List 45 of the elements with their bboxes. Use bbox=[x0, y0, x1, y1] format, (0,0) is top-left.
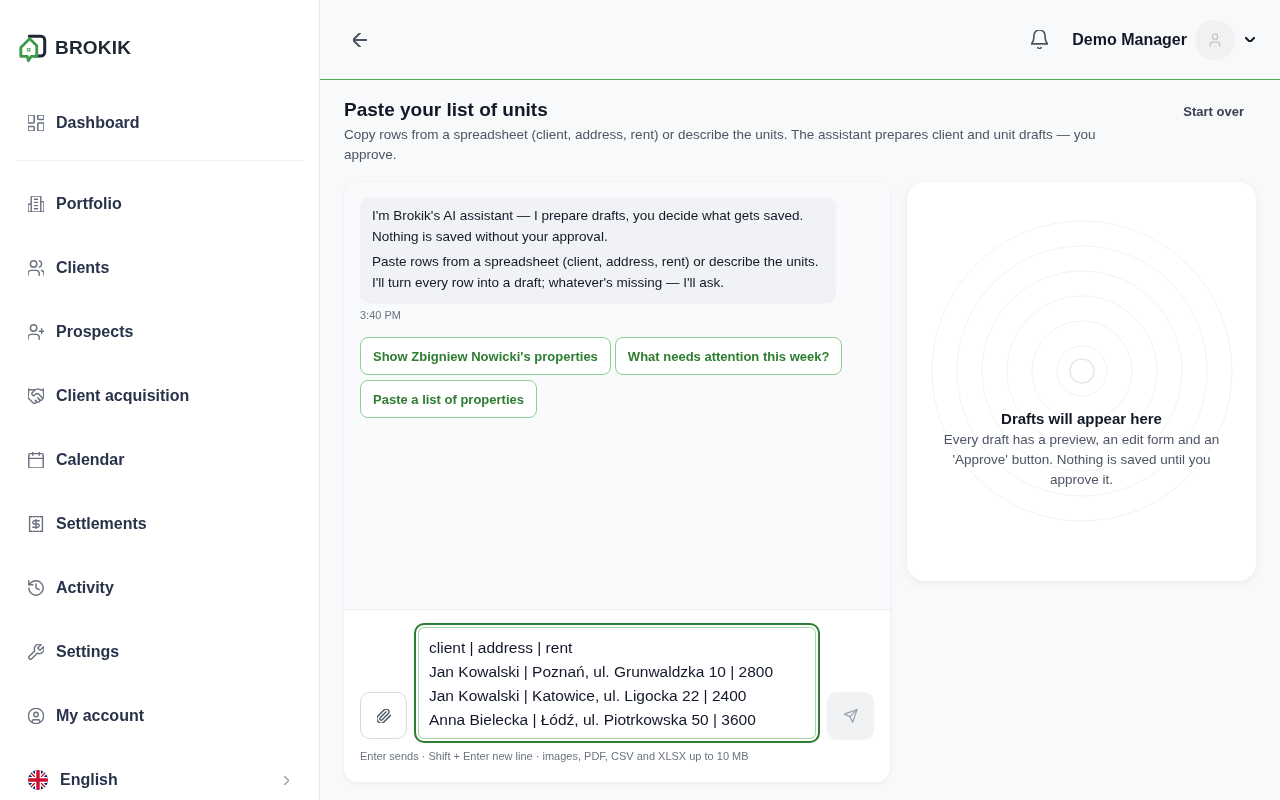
page-description: Copy rows from a spreadsheet (client, address, rent) or describe the units. The assistant prepares client and unit drafts — you approve. bbox=[344, 126, 1097, 164]
building-icon bbox=[28, 196, 44, 212]
message-time: 3:40 PM bbox=[360, 308, 402, 322]
handshake-icon bbox=[28, 388, 44, 404]
dashboard-icon bbox=[28, 115, 44, 131]
bell-icon bbox=[1031, 30, 1049, 49]
calendar-icon bbox=[28, 452, 44, 468]
uk-flag-icon bbox=[28, 770, 48, 790]
wrench-icon bbox=[28, 644, 44, 660]
paperclip-icon bbox=[376, 708, 391, 723]
history-icon bbox=[28, 580, 44, 596]
receipt-dollar-icon bbox=[28, 516, 44, 532]
user-name[interactable]: Demo Manager bbox=[1072, 30, 1187, 49]
notifications-button[interactable] bbox=[1031, 30, 1049, 49]
nav-item[interactable]: Client acquisition bbox=[16, 373, 303, 419]
message-input[interactable]: client | address | rent Jan Kowalski | Poznań, ul. Grunwaldzka 10 | 2800 Jan Kowalski | Katowice, ul. Ligocka 22 | 2400 Anna Bielecka | Łódź, ul. Piotrkowska 50 | 3600 bbox=[414, 623, 820, 743]
empty-state-title: Drafts will appear here bbox=[1000, 409, 1163, 429]
logo-text: BROKIK bbox=[55, 37, 132, 59]
start-over-button[interactable]: Start over bbox=[1171, 100, 1256, 123]
empty-state-text: Every draft has a preview, an edit form and an 'Approve' button. Nothing is saved until you approve it. bbox=[942, 431, 1221, 489]
logo-icon bbox=[18, 32, 48, 64]
chevron-down-icon[interactable] bbox=[1245, 37, 1255, 42]
nav-item[interactable]: Clients bbox=[16, 245, 303, 291]
message-text: I'm Brokik's AI assistant — I prepare drafts, you decide what gets saved. Nothing is saved without your approval. bbox=[372, 207, 805, 246]
nav-item[interactable]: Prospects bbox=[16, 309, 303, 355]
user-plus-icon bbox=[28, 324, 44, 340]
users-icon bbox=[28, 260, 44, 276]
suggestion-button[interactable]: Paste a list of properties bbox=[360, 380, 537, 418]
nav-item[interactable]: Calendar bbox=[16, 437, 303, 483]
chevron-right-icon bbox=[284, 775, 289, 785]
nav-item[interactable]: Portfolio bbox=[16, 181, 303, 227]
suggestion-button[interactable]: Show Zbigniew Nowicki's properties bbox=[360, 337, 611, 375]
message-text: Paste rows from a spreadsheet (client, address, rent) or describe the units. I'll turn every row into a draft; whatever's missing — I'll ask. bbox=[372, 253, 820, 292]
back-button[interactable] bbox=[353, 32, 367, 47]
nav-item[interactable]: Activity bbox=[16, 565, 303, 611]
language-selector[interactable]: English bbox=[16, 760, 303, 800]
page-title: Paste your list of units bbox=[344, 98, 549, 122]
nav-item[interactable]: Settlements bbox=[16, 501, 303, 547]
send-icon bbox=[843, 708, 858, 723]
composer-hint: Enter sends · Shift + Enter new line · images, PDF, CSV and XLSX up to 10 MB bbox=[360, 749, 750, 763]
nav-item[interactable]: My account bbox=[16, 693, 303, 739]
attach-button[interactable] bbox=[360, 692, 407, 739]
nav-item[interactable]: Dashboard bbox=[16, 100, 303, 146]
suggestion-button[interactable]: What needs attention this week? bbox=[614, 337, 843, 375]
nav-item[interactable]: Settings bbox=[16, 629, 303, 675]
